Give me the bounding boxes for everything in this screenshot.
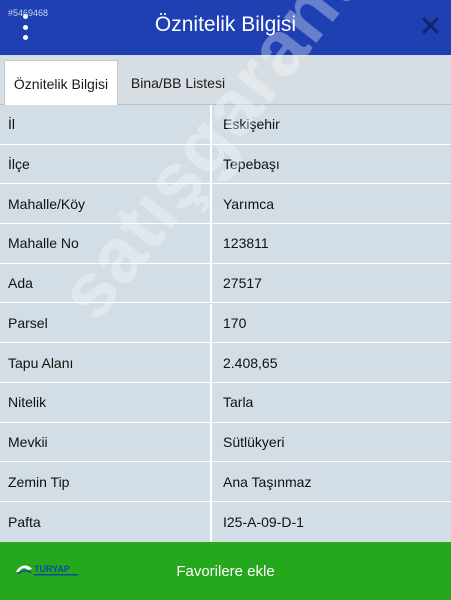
row-label: Mahalle No (0, 224, 212, 263)
row-value: Tarla (223, 394, 254, 411)
row-label: Mevkii (0, 422, 212, 462)
favorites-label: Favorilere ekle (176, 563, 275, 580)
row-value: 27517 (223, 275, 262, 292)
row-label: Nitelik (0, 382, 212, 422)
table-row: Tapu Alanı 2.408,65 (0, 343, 451, 383)
row-value: I25-A-09-D-1 (223, 513, 304, 530)
attribute-table: İl Eskişehir İlçe Tepebaşı Mahalle/Köy Y… (0, 105, 451, 542)
row-value: Ana Taşınmaz (223, 473, 312, 490)
row-value: Tepebaşı (223, 156, 280, 173)
row-value: Yarımca (223, 195, 275, 212)
row-label: Tapu Alanı (0, 343, 212, 382)
table-row: Parsel 170 (0, 303, 451, 344)
row-label: Parsel (0, 303, 212, 343)
tab-oznitelik-bilgisi[interactable]: Öznitelik Bilgisi (4, 60, 118, 106)
row-label: İlçe (0, 144, 212, 184)
row-value: Sütlükyeri (223, 433, 285, 450)
row-label: Ada (0, 263, 212, 303)
table-row: Mahalle No 123811 (0, 224, 451, 264)
row-label: Zemin Tip (0, 462, 212, 501)
row-value: Eskişehir (223, 116, 280, 133)
table-row: İl Eskişehir (0, 105, 451, 145)
add-to-favorites-button[interactable]: TURYAP Favorilere ekle (0, 542, 451, 600)
tab-bar: Öznitelik Bilgisi Bina/BB Listesi (0, 55, 451, 106)
row-value: 2.408,65 (223, 354, 278, 371)
table-row: Pafta I25-A-09-D-1 (0, 502, 451, 542)
table-row: Ada 27517 (0, 263, 451, 304)
table-row: Mevkii Sütlükyeri (0, 422, 451, 463)
app-header: #5469468 Öznitelik Bilgisi (0, 0, 451, 55)
table-row: Mahalle/Köy Yarımca (0, 184, 451, 225)
page-title: Öznitelik Bilgisi (154, 13, 297, 36)
close-icon[interactable] (421, 16, 439, 34)
row-value: 123811 (223, 235, 269, 252)
tab-bina-bb-listesi[interactable]: Bina/BB Listesi (118, 60, 238, 106)
row-label: İl (0, 105, 212, 144)
table-row: Nitelik Tarla (0, 382, 451, 423)
table-row: Zemin Tip Ana Taşınmaz (0, 462, 451, 502)
row-value: 170 (223, 314, 247, 331)
row-label: Pafta (0, 502, 212, 542)
row-label: Mahalle/Köy (0, 184, 212, 224)
table-row: İlçe Tepebaşı (0, 144, 451, 185)
